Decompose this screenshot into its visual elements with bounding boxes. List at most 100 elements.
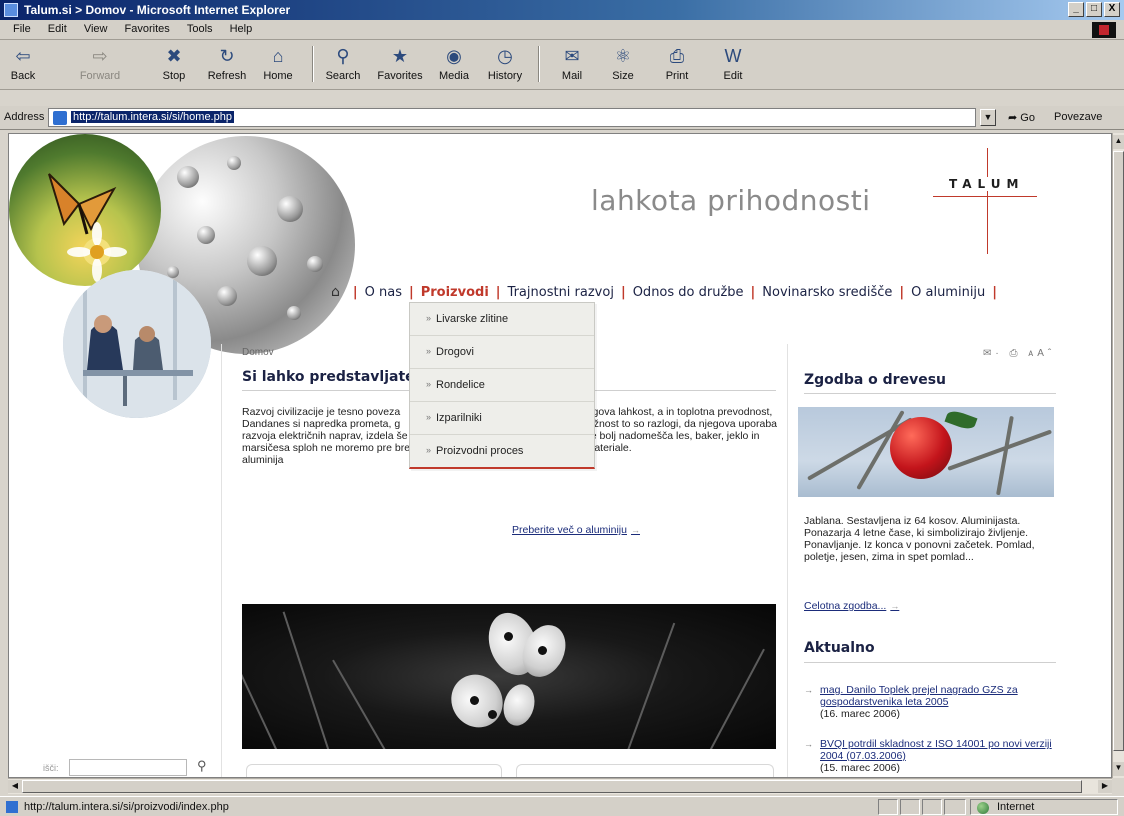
toolbar-separator: [538, 46, 540, 82]
arrow-icon: »: [426, 379, 432, 389]
bullet-arrow-icon: →: [804, 739, 813, 749]
toolbar-separator: [312, 46, 314, 82]
go-arrow-icon: ➦: [1008, 112, 1021, 124]
nav-trajnostni-razvoj[interactable]: Trajnostni razvoj: [508, 285, 614, 300]
address-label: Address: [4, 111, 45, 123]
menu-help[interactable]: Help: [223, 20, 260, 38]
bullet-arrow-icon: →: [804, 685, 813, 695]
address-url[interactable]: http://talum.intera.si/si/home.php: [71, 111, 234, 123]
menu-favorites[interactable]: Favorites: [118, 20, 177, 38]
minimize-button[interactable]: _: [1068, 2, 1084, 17]
news-rule: [804, 662, 1056, 663]
page-tools: ✉· ⎙ ᴀAˆ: [983, 348, 1055, 359]
scroll-right-icon[interactable]: ▶: [1098, 780, 1112, 793]
media-icon: ◉: [446, 46, 462, 66]
news-link[interactable]: BVQI potrdil skladnost z ISO 14001 po no…: [820, 738, 1064, 762]
home-icon: ⌂: [272, 46, 284, 66]
scroll-up-icon[interactable]: ▲: [1113, 135, 1124, 149]
home-icon[interactable]: ⌂: [331, 284, 340, 300]
dropdown-item-izparilniki[interactable]: » Izparilniki: [410, 402, 594, 435]
proizvodi-dropdown: » Livarske zlitine » Drogovi » Rondelice » I…: [409, 302, 595, 469]
menu-tools[interactable]: Tools: [180, 20, 220, 38]
media-button[interactable]: ◉ Media: [434, 44, 474, 86]
home-button[interactable]: ⌂ Home: [260, 44, 296, 86]
mail-button[interactable]: ✉ Mail: [554, 44, 590, 86]
intro-paragraph-left: Razvoj civilizacije je tesno poveza Dand…: [242, 406, 416, 466]
vertical-scrollbar[interactable]: ▲ ▼: [1112, 133, 1124, 778]
stop-icon: ✖: [166, 46, 182, 66]
favorites-button[interactable]: ★ Favorites: [372, 44, 428, 86]
full-story-link[interactable]: Celotna zgodba... →: [804, 600, 899, 612]
horizontal-scroll-thumb[interactable]: [22, 780, 1082, 793]
read-more-link[interactable]: Preberite več o aluminiju →: [512, 524, 640, 536]
arrow-right-icon: →: [890, 601, 900, 611]
security-zone: Internet: [970, 799, 1118, 815]
story-rule: [804, 393, 1056, 394]
breadcrumb[interactable]: Domov: [242, 347, 274, 358]
scroll-down-icon[interactable]: ▼: [1113, 762, 1124, 776]
back-arrow-icon: ⇦: [15, 46, 31, 66]
story-heading: Zgodba o drevesu: [804, 372, 946, 388]
dropdown-item-livarske-zlitine[interactable]: » Livarske zlitine: [410, 303, 594, 336]
word-edit-icon: W: [724, 46, 742, 66]
dropdown-item-rondelice[interactable]: » Rondelice: [410, 369, 594, 402]
forward-button[interactable]: ⇨ Forward: [78, 44, 122, 86]
edit-button[interactable]: W Edit: [716, 44, 750, 86]
menu-view[interactable]: View: [77, 20, 115, 38]
status-bar: http://talum.intera.si/si/proizvodi/inde…: [0, 796, 1124, 816]
stop-button[interactable]: ✖ Stop: [156, 44, 192, 86]
news-item: → mag. Danilo Toplek prejel nagrado GZS …: [804, 684, 1064, 720]
arrow-right-icon: →: [630, 525, 640, 535]
nav-novinarsko-sredisce[interactable]: Novinarsko središče: [762, 285, 892, 300]
nav-o-nas[interactable]: O nas: [365, 285, 402, 300]
go-button[interactable]: ➦ Go: [1008, 111, 1035, 124]
toolbar: ⇦ Back ⇨ Forward ✖ Stop ↻ Refresh ⌂ Home ⚲ Sea…: [0, 40, 1124, 90]
main-navigation: ⌂ | O nas | Proizvodi | Trajnostni razvo…: [331, 284, 998, 300]
horizontal-scrollbar[interactable]: ◀ ▶: [8, 778, 1112, 794]
windows-flag-icon: [1092, 22, 1116, 38]
refresh-button[interactable]: ↻ Refresh: [204, 44, 250, 86]
nav-o-aluminiju[interactable]: O aluminiju: [911, 285, 985, 300]
menu-edit[interactable]: Edit: [41, 20, 74, 38]
address-dropdown-button[interactable]: ▼: [980, 109, 996, 126]
page-icon: [6, 801, 18, 813]
links-button[interactable]: Povezave: [1054, 111, 1102, 123]
butterfly-flower-image: [9, 134, 161, 286]
vertical-scroll-thumb[interactable]: [1113, 151, 1124, 751]
nav-proizvodi[interactable]: Proizvodi: [421, 285, 489, 300]
print-page-icon[interactable]: ⎙: [1010, 348, 1022, 359]
search-icon: ⚲: [336, 46, 350, 66]
right-column-divider: [787, 344, 788, 777]
nav-odnos-do-druzbe[interactable]: Odnos do družbe: [633, 285, 744, 300]
news-date: (15. marec 2006): [820, 762, 900, 774]
maximize-button[interactable]: □: [1086, 2, 1102, 17]
menu-file[interactable]: File: [6, 20, 38, 38]
page-viewport: lahkota prihodnosti TALUM ⌂ | O nas | Pr…: [8, 133, 1112, 778]
apple-icon: [890, 417, 952, 479]
talum-logo[interactable]: TALUM: [947, 177, 1027, 191]
news-heading: Aktualno: [804, 640, 875, 656]
apple-tree-image: [798, 407, 1054, 497]
site-search-input[interactable]: [69, 759, 187, 776]
butterfly-photo: [242, 604, 776, 749]
dropdown-item-drogovi[interactable]: » Drogovi: [410, 336, 594, 369]
text-size-icon[interactable]: ᴀAˆ: [1028, 348, 1055, 359]
back-button[interactable]: ⇦ Back: [6, 44, 40, 86]
news-link[interactable]: mag. Danilo Toplek prejel nagrado GZS za…: [820, 684, 1064, 708]
search-icon[interactable]: ⚲: [197, 758, 207, 774]
scroll-left-icon[interactable]: ◀: [8, 780, 22, 793]
dropdown-item-proizvodni-proces[interactable]: » Proizvodni proces: [410, 435, 594, 468]
news-item: → BVQI potrdil skladnost z ISO 14001 po …: [804, 738, 1064, 774]
print-button[interactable]: ⎙ Print: [660, 44, 694, 86]
search-label: išči:: [43, 763, 59, 773]
close-button[interactable]: X: [1104, 2, 1120, 17]
size-button[interactable]: ⚛ Size: [606, 44, 640, 86]
favorites-icon: ★: [391, 46, 409, 66]
mail-icon: ✉: [564, 46, 580, 66]
search-button[interactable]: ⚲ Search: [322, 44, 364, 86]
address-input[interactable]: http://talum.intera.si/si/home.php: [48, 108, 976, 127]
history-button[interactable]: ◷ History: [484, 44, 526, 86]
arrow-icon: »: [426, 313, 432, 323]
refresh-icon: ↻: [219, 46, 235, 66]
email-page-icon[interactable]: ✉·: [983, 348, 1003, 359]
